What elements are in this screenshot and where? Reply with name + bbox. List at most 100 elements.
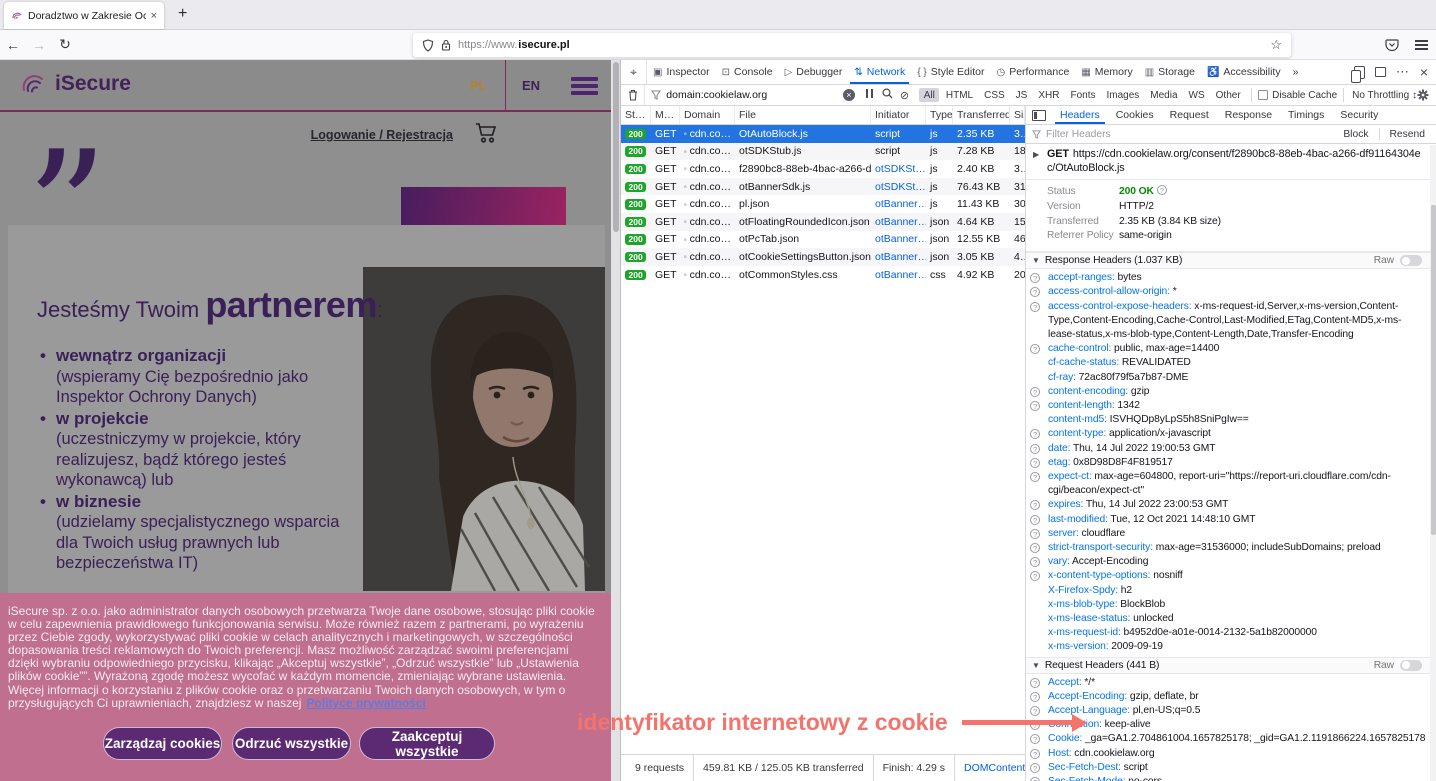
request-row[interactable]: 200GETcdn.co…pl.jsonotBanner…js11.43 KB3…	[621, 195, 1025, 213]
tab-close-icon[interactable]: ×	[151, 10, 157, 22]
help-question-icon[interactable]: ?	[1030, 543, 1040, 553]
column-header-transferred[interactable]: Transferred	[953, 106, 1010, 124]
request-row[interactable]: 200GETcdn.co…otCookieSettingsButton.json…	[621, 248, 1025, 266]
filter-chip-fonts[interactable]: Fonts	[1066, 88, 1100, 102]
help-question-icon[interactable]: ?	[1030, 571, 1040, 581]
cookie-button-odrzu-wszystkie[interactable]: Odrzuć wszystkie	[232, 727, 351, 760]
column-header-domain[interactable]: Domain	[680, 106, 735, 124]
details-tab-response[interactable]: Response	[1217, 106, 1280, 124]
header-row-expect-ct[interactable]: ?expect-ct: max-age=604800, report-uri="…	[1026, 470, 1430, 498]
back-icon[interactable]: ←	[0, 37, 26, 53]
header-row-content-encoding[interactable]: ?content-encoding: gzip	[1026, 385, 1430, 399]
filter-chip-css[interactable]: CSS	[980, 88, 1010, 102]
details-tab-security[interactable]: Security	[1332, 106, 1386, 124]
header-row-cf-ray[interactable]: cf-ray: 72ac80f79f5a7b87-DME	[1026, 371, 1430, 385]
header-row-cache-control[interactable]: ?cache-control: public, max-age=14400	[1026, 342, 1430, 356]
collapse-caret-icon[interactable]: ▼	[1032, 661, 1040, 670]
request-row[interactable]: 200GETcdn.co…otSDKStub.jsscriptjs7.28 KB…	[621, 143, 1025, 161]
help-question-icon[interactable]: ?	[1030, 692, 1040, 702]
column-header-type[interactable]: Type	[926, 106, 953, 124]
details-tab-headers[interactable]: Headers	[1052, 106, 1108, 124]
bookmark-star-icon[interactable]: ☆	[1270, 37, 1282, 53]
request-row[interactable]: 200GETcdn.co…otCommonStyles.cssotBanner……	[621, 266, 1025, 284]
header-row-sec-fetch-dest[interactable]: ?Sec-Fetch-Dest: script	[1026, 761, 1430, 775]
header-row-expires[interactable]: ?expires: Thu, 14 Jul 2022 23:00:53 GMT	[1026, 498, 1430, 512]
header-row-x-ms-blob-type[interactable]: x-ms-blob-type: BlockBlob	[1026, 598, 1430, 612]
devtools-tab-memory[interactable]: ▦Memory	[1075, 60, 1138, 84]
help-question-icon[interactable]: ?	[1030, 287, 1040, 297]
header-row-x-ms-version[interactable]: x-ms-version: 2009-09-19	[1026, 640, 1430, 654]
resend-button[interactable]: Resend	[1385, 129, 1431, 140]
request-row[interactable]: 200GETcdn.co…OtAutoBlock.jsscriptjs2.35 …	[621, 125, 1025, 143]
header-row-content-type[interactable]: ?content-type: application/x-javascript	[1026, 427, 1430, 441]
filter-chip-images[interactable]: Images	[1102, 88, 1144, 102]
response-headers-title-row[interactable]: ▼Response Headers (1.037 KB)Raw	[1026, 252, 1430, 269]
cookie-button-zaakceptuj-wszystkie[interactable]: Zaakceptuj wszystkie	[359, 727, 495, 760]
help-question-icon[interactable]: ?	[1030, 557, 1040, 567]
header-row-x-content-type-options[interactable]: ?x-content-type-options: nosniff	[1026, 569, 1430, 583]
clear-filter-icon[interactable]: ×	[843, 89, 855, 101]
initiator-cell[interactable]: otBanner…	[871, 251, 926, 263]
filter-chip-html[interactable]: HTML	[941, 88, 977, 102]
help-question-icon[interactable]: ?	[1030, 429, 1040, 439]
details-tab-cookies[interactable]: Cookies	[1108, 106, 1162, 124]
forward-icon[interactable]: →	[26, 37, 52, 53]
site-menu-icon[interactable]	[571, 74, 598, 98]
initiator-cell[interactable]: otBanner…	[871, 269, 926, 281]
header-row-content-length[interactable]: ?content-length: 1342	[1026, 399, 1430, 413]
help-question-icon[interactable]: ?	[1030, 302, 1040, 312]
request-table-header[interactable]: St…M…DomainFileInitiatorTypeTransferredS…	[621, 106, 1025, 125]
initiator-cell[interactable]: otBanner…	[871, 216, 926, 228]
header-row-content-md5[interactable]: content-md5: ISVHQDp8yLpS5h8SniPgIw==	[1026, 413, 1430, 427]
collapse-caret-icon[interactable]: ▼	[1032, 256, 1040, 265]
help-question-icon[interactable]: ?	[1030, 458, 1040, 468]
header-row-accept[interactable]: ?Accept: */*	[1026, 676, 1430, 690]
split-pane-icon[interactable]	[1032, 110, 1046, 121]
filter-chip-xhr[interactable]: XHR	[1034, 88, 1064, 102]
devtools-tab-console[interactable]: ⊡Console	[716, 60, 779, 84]
network-settings-gear-icon[interactable]	[1417, 89, 1436, 101]
help-question-icon[interactable]: ?	[1030, 444, 1040, 454]
request-row[interactable]: 200GETcdn.co…f2890bc8-88eb-4bac-a266-df9…	[621, 160, 1025, 178]
help-question-icon[interactable]: ?	[1030, 273, 1040, 283]
cookie-button-zarz-dzaj-cookies[interactable]: Zarządzaj cookies	[103, 727, 222, 760]
close-devtools-icon[interactable]: ×	[1420, 64, 1428, 80]
column-header-st-[interactable]: St…	[621, 106, 651, 124]
help-question-icon[interactable]: ?	[1030, 515, 1040, 525]
filter-chip-ws[interactable]: WS	[1184, 88, 1209, 102]
header-row-x-ms-request-id[interactable]: x-ms-request-id: b4952d0e-a01e-0014-2132…	[1026, 626, 1430, 640]
expand-triangle-icon[interactable]: ▶	[1033, 148, 1039, 162]
help-question-icon[interactable]: ?	[1030, 472, 1040, 482]
throttling-dropdown[interactable]: No Throttling ↕	[1352, 90, 1417, 101]
header-row-vary[interactable]: ?vary: Accept-Encoding	[1026, 555, 1430, 569]
header-row-accept-encoding[interactable]: ?Accept-Encoding: gzip, deflate, br	[1026, 690, 1430, 704]
request-url-line[interactable]: ▶GEThttps://cdn.cookielaw.org/consent/f2…	[1026, 145, 1430, 180]
header-row-access-control-expose-headers[interactable]: ?access-control-expose-headers: x-ms-req…	[1026, 300, 1430, 343]
header-row-accept-ranges[interactable]: ?accept-ranges: bytes	[1026, 271, 1430, 285]
login-register-link[interactable]: Logowanie / Rejestracja	[311, 128, 453, 142]
help-question-icon[interactable]: ?	[1030, 777, 1040, 781]
pause-traffic-icon[interactable]	[861, 89, 878, 101]
cart-icon[interactable]	[475, 122, 499, 144]
toolbox-options-icon[interactable]: ⋯	[1396, 64, 1410, 80]
help-question-icon[interactable]: ?	[1030, 387, 1040, 397]
checkbox-icon[interactable]	[1258, 90, 1268, 100]
lang-switch-pl[interactable]: PL	[470, 78, 487, 93]
request-row[interactable]: 200GETcdn.co…otFloatingRoundedIcon.jsono…	[621, 213, 1025, 231]
column-header-m-[interactable]: M…	[651, 106, 680, 124]
site-logo[interactable]: iSecure	[20, 70, 131, 98]
disable-cache-checkbox[interactable]: Disable Cache	[1258, 90, 1337, 101]
filter-chip-other[interactable]: Other	[1211, 88, 1245, 102]
help-question-icon[interactable]: ?	[1030, 678, 1040, 688]
more-tabs-chevron-icon[interactable]: »	[1287, 60, 1305, 84]
initiator-cell[interactable]: otSDKSt…	[871, 163, 926, 175]
devtools-tab-style-editor[interactable]: { }Style Editor	[911, 60, 990, 84]
reload-icon[interactable]: ↻	[52, 36, 78, 53]
clear-requests-trash-icon[interactable]	[621, 85, 645, 105]
column-header-file[interactable]: File	[735, 106, 871, 124]
details-scrollbar[interactable]	[1430, 145, 1436, 781]
header-row-access-control-allow-origin[interactable]: ?access-control-allow-origin: *	[1026, 285, 1430, 299]
initiator-cell[interactable]: otBanner…	[871, 233, 926, 245]
help-question-icon[interactable]: ?	[1157, 185, 1167, 195]
details-scrollbar-thumb[interactable]	[1431, 205, 1436, 535]
